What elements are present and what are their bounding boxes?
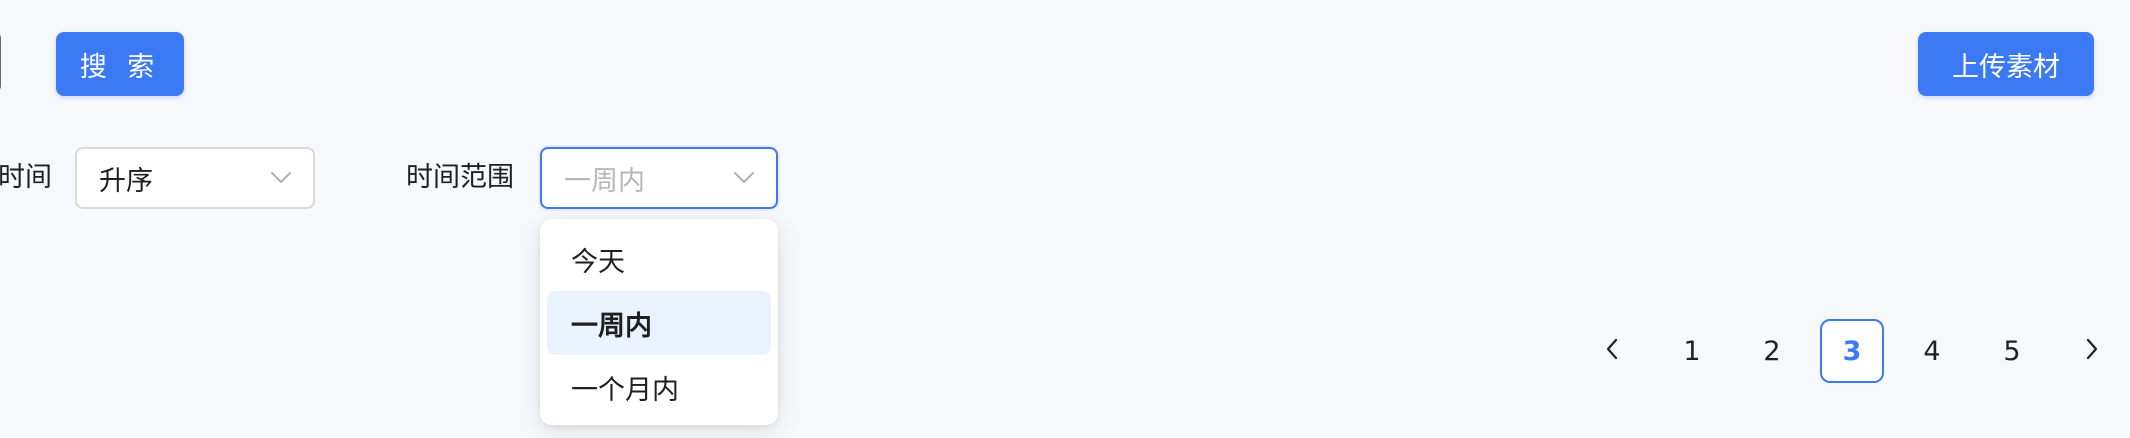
option-one-week[interactable]: 一周内	[547, 291, 771, 355]
prev-page-button[interactable]	[1580, 319, 1644, 383]
time-range-placeholder: 一周内	[564, 165, 645, 197]
option-today[interactable]: 今天	[547, 227, 771, 291]
time-range-label: 时间范围	[406, 162, 514, 193]
page-3-button[interactable]: 3	[1820, 319, 1884, 383]
option-one-month[interactable]: 一个月内	[547, 355, 771, 419]
chevron-down-icon	[732, 166, 756, 190]
sort-order-value: 升序	[99, 165, 153, 197]
page-4-button[interactable]: 4	[1900, 319, 1964, 383]
page: 搜 索 上传素材 时间 升序 时间范围 一周内 今天 一周内 一个月内 1 2 …	[0, 0, 2130, 438]
page-1-button[interactable]: 1	[1660, 319, 1724, 383]
chevron-down-icon	[269, 166, 293, 190]
chevron-right-icon	[2085, 336, 2099, 367]
search-button[interactable]: 搜 索	[56, 32, 184, 96]
time-range-select[interactable]: 一周内	[540, 147, 778, 209]
page-5-button[interactable]: 5	[1980, 319, 2044, 383]
sort-time-label: 时间	[0, 162, 52, 193]
chevron-left-icon	[1605, 336, 1619, 367]
upload-material-button[interactable]: 上传素材	[1918, 32, 2094, 96]
clipped-input-edge[interactable]	[0, 32, 1, 92]
page-2-button[interactable]: 2	[1740, 319, 1804, 383]
sort-order-select[interactable]: 升序	[75, 147, 315, 209]
time-range-dropdown: 今天 一周内 一个月内	[540, 219, 778, 425]
next-page-button[interactable]	[2060, 319, 2124, 383]
